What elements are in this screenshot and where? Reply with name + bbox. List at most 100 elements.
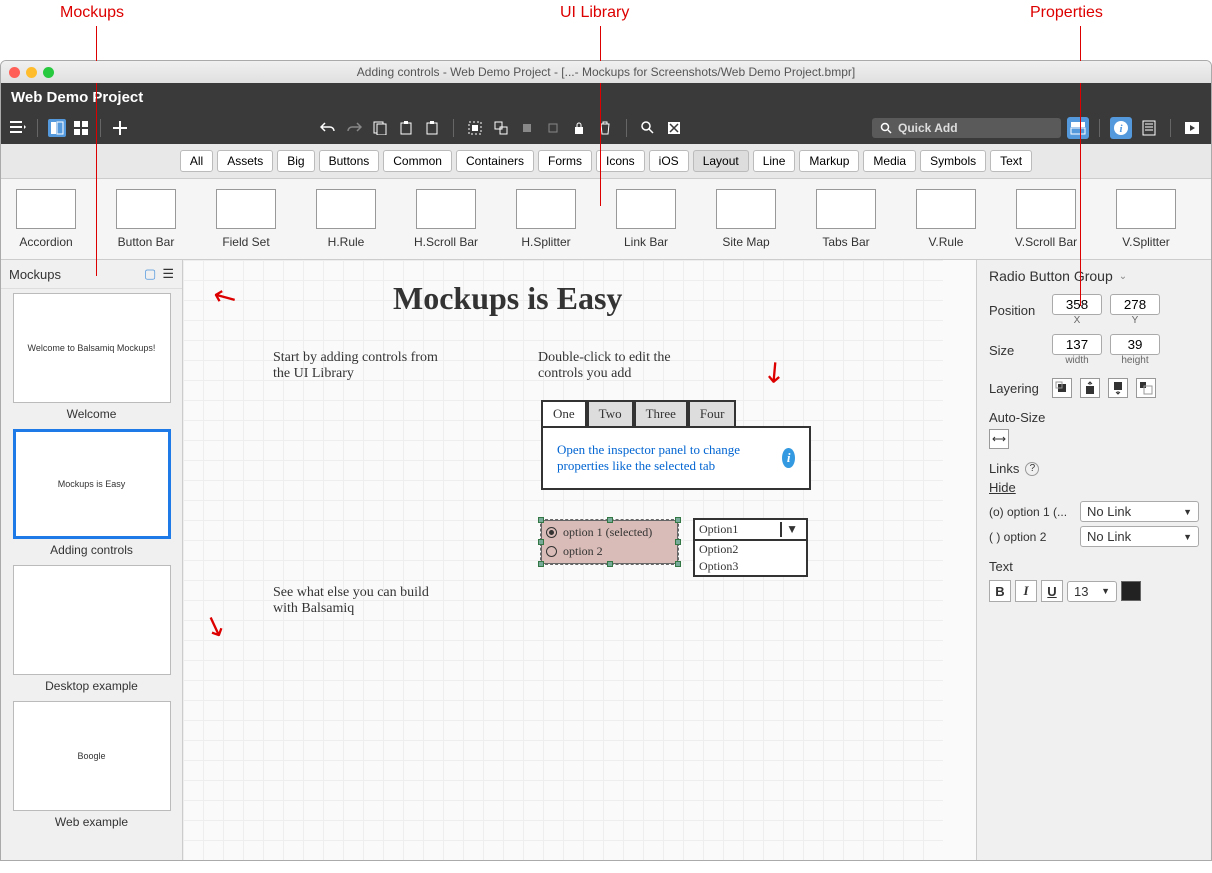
lock-icon[interactable]: [570, 119, 588, 137]
bring-to-front-button[interactable]: [1052, 378, 1072, 398]
library-item-label: Button Bar: [118, 235, 175, 249]
view-grid-icon[interactable]: [72, 119, 90, 137]
library-thumb: [416, 189, 476, 229]
markup-toggle-icon[interactable]: [665, 119, 683, 137]
radio-option[interactable]: option 1 (selected): [544, 523, 675, 542]
undo-icon[interactable]: [319, 119, 337, 137]
send-to-back-button[interactable]: [1136, 378, 1156, 398]
library-item-h-scroll-bar[interactable]: H.Scroll Bar: [411, 189, 481, 249]
annotation-line: [600, 26, 601, 206]
category-line[interactable]: Line: [753, 150, 796, 172]
category-text[interactable]: Text: [990, 150, 1032, 172]
radio-option[interactable]: option 2: [544, 542, 675, 561]
category-symbols[interactable]: Symbols: [920, 150, 986, 172]
send-backward-button[interactable]: [1108, 378, 1128, 398]
library-item-accordion[interactable]: Accordion: [11, 189, 81, 249]
position-y-input[interactable]: [1110, 294, 1160, 315]
mockup-name: Welcome: [5, 407, 178, 421]
quick-add-input[interactable]: [898, 121, 1053, 135]
library-item-v-scroll-bar[interactable]: V.Scroll Bar: [1011, 189, 1081, 249]
quick-add-search[interactable]: [872, 118, 1061, 138]
category-big[interactable]: Big: [277, 150, 314, 172]
autosize-width-button[interactable]: [989, 429, 1009, 449]
tab[interactable]: Two: [587, 400, 634, 426]
mockup-item[interactable]: BoogleWeb example: [5, 701, 178, 829]
tab[interactable]: Three: [634, 400, 688, 426]
position-x-input[interactable]: [1052, 294, 1102, 315]
italic-button[interactable]: I: [1015, 580, 1037, 602]
app-window: Adding controls - Web Demo Project - [..…: [0, 60, 1212, 861]
mockup-thumb: Welcome to Balsamiq Mockups!: [13, 293, 171, 403]
library-item-site-map[interactable]: Site Map: [711, 189, 781, 249]
category-common[interactable]: Common: [383, 150, 452, 172]
category-icons[interactable]: Icons: [596, 150, 645, 172]
library-item-tabs-bar[interactable]: Tabs Bar: [811, 189, 881, 249]
tab[interactable]: Four: [688, 400, 737, 426]
add-icon[interactable]: [111, 119, 129, 137]
library-item-v-rule[interactable]: V.Rule: [911, 189, 981, 249]
link-select[interactable]: No Link▼: [1080, 501, 1199, 522]
library-item-label: Link Bar: [624, 235, 668, 249]
bring-front-icon[interactable]: [518, 119, 536, 137]
library-toggle-icon[interactable]: [1067, 117, 1089, 139]
category-markup[interactable]: Markup: [799, 150, 859, 172]
library-thumb: [216, 189, 276, 229]
library-thumb: [16, 189, 76, 229]
view-single-icon[interactable]: [48, 119, 66, 137]
info-icon[interactable]: i: [1110, 117, 1132, 139]
ui-library: Accordion Button Bar Field Set H.Rule H.Scro…: [1, 179, 1211, 260]
clipboard-icon[interactable]: [423, 119, 441, 137]
view-list-icon[interactable]: ☰: [162, 266, 174, 282]
sidebar-title: Mockups: [9, 267, 61, 282]
combo-box-control[interactable]: Option1▼ Option2 Option3: [693, 518, 808, 577]
link-select[interactable]: No Link▼: [1080, 526, 1199, 547]
present-icon[interactable]: [1181, 117, 1203, 139]
category-media[interactable]: Media: [863, 150, 916, 172]
help-icon[interactable]: ?: [1025, 462, 1039, 476]
bring-forward-button[interactable]: [1080, 378, 1100, 398]
mockup-item[interactable]: Desktop example: [5, 565, 178, 693]
library-item-h-splitter[interactable]: H.Splitter: [511, 189, 581, 249]
bold-button[interactable]: B: [989, 580, 1011, 602]
category-ios[interactable]: iOS: [649, 150, 689, 172]
text-color-swatch[interactable]: [1121, 581, 1141, 601]
paste-icon[interactable]: [397, 119, 415, 137]
ungroup-icon[interactable]: [492, 119, 510, 137]
radio-button-group-control[interactable]: option 1 (selected)option 2: [541, 520, 678, 564]
category-all[interactable]: All: [180, 150, 213, 172]
size-width-input[interactable]: [1052, 334, 1102, 355]
chevron-down-icon[interactable]: ⌄: [1119, 271, 1127, 282]
tab[interactable]: One: [541, 400, 587, 426]
category-buttons[interactable]: Buttons: [319, 150, 380, 172]
category-containers[interactable]: Containers: [456, 150, 534, 172]
send-back-icon[interactable]: [544, 119, 562, 137]
library-item-h-rule[interactable]: H.Rule: [311, 189, 381, 249]
category-forms[interactable]: Forms: [538, 150, 592, 172]
copy-icon[interactable]: [371, 119, 389, 137]
category-assets[interactable]: Assets: [217, 150, 273, 172]
mockup-item[interactable]: Mockups is EasyAdding controls: [5, 429, 178, 557]
menu-icon[interactable]: [9, 119, 27, 137]
library-item-button-bar[interactable]: Button Bar: [111, 189, 181, 249]
inspector-title: Radio Button Group ⌄: [989, 268, 1199, 284]
font-size-select[interactable]: 13▼: [1067, 581, 1117, 602]
canvas-area[interactable]: ↖ Mockups is Easy Start by adding contro…: [183, 260, 976, 860]
underline-button[interactable]: U: [1041, 580, 1063, 602]
redo-icon[interactable]: [345, 119, 363, 137]
notes-icon[interactable]: [1138, 117, 1160, 139]
library-thumb: [716, 189, 776, 229]
mockup-item[interactable]: Welcome to Balsamiq Mockups! Welcome: [5, 293, 178, 421]
hide-links-button[interactable]: Hide: [989, 480, 1199, 495]
library-item-label: V.Scroll Bar: [1015, 235, 1077, 249]
library-item-v-splitter[interactable]: V.Splitter: [1111, 189, 1181, 249]
zoom-icon[interactable]: [639, 119, 657, 137]
library-item-field-set[interactable]: Field Set: [211, 189, 281, 249]
size-height-input[interactable]: [1110, 334, 1160, 355]
delete-icon[interactable]: [596, 119, 614, 137]
category-layout[interactable]: Layout: [693, 150, 749, 172]
library-item-label: H.Splitter: [521, 235, 570, 249]
tabs-bar-control[interactable]: OneTwoThreeFour Open the inspector panel…: [541, 400, 811, 490]
library-item-link-bar[interactable]: Link Bar: [611, 189, 681, 249]
view-thumbs-icon[interactable]: ▢: [144, 266, 156, 282]
group-icon[interactable]: [466, 119, 484, 137]
